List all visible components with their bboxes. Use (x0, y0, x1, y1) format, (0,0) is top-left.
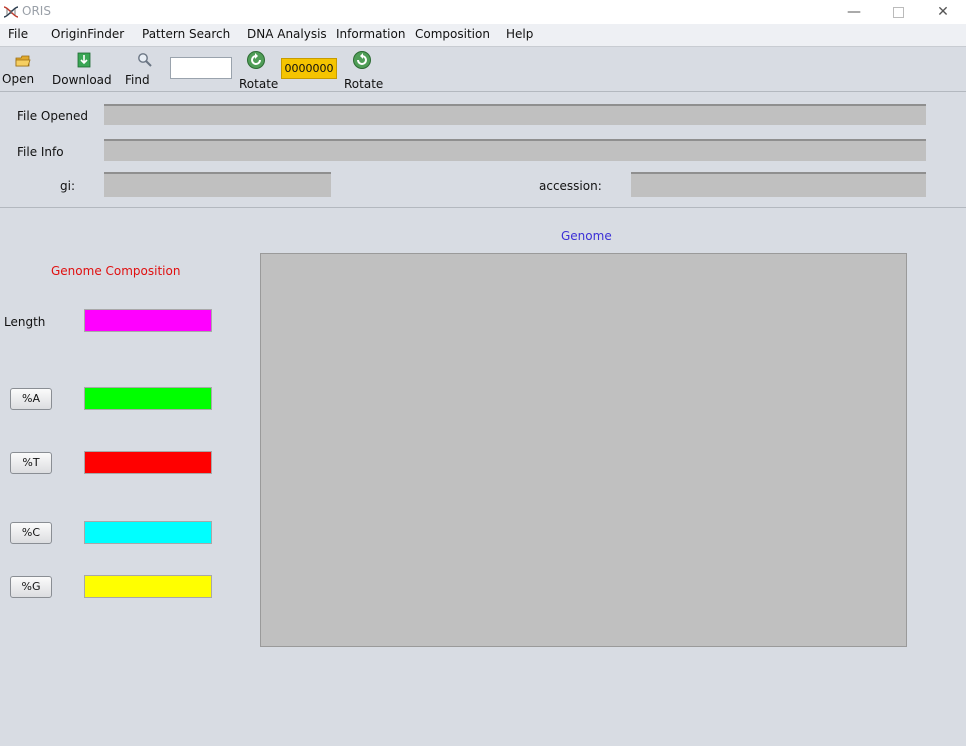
window-title: ORIS (22, 4, 51, 18)
minimize-button[interactable]: — (831, 0, 877, 24)
maximize-button[interactable] (875, 0, 921, 24)
rotate-left-button[interactable]: Rotate (239, 50, 279, 91)
download-icon (77, 52, 91, 68)
download-label: Download (52, 73, 112, 87)
open-label: Open (2, 72, 35, 86)
maximize-icon (892, 6, 904, 18)
position-counter: 0000000 (281, 58, 337, 79)
genome-view (260, 253, 907, 647)
menu-dna-analysis[interactable]: DNA Analysis (247, 27, 327, 41)
file-opened-field (104, 104, 926, 125)
accession-label: accession: (539, 179, 602, 193)
close-icon: ✕ (937, 4, 949, 20)
rotate-left-label: Rotate (239, 77, 279, 91)
file-info-field (104, 139, 926, 161)
gi-label: gi: (60, 179, 75, 193)
menu-pattern-search[interactable]: Pattern Search (142, 27, 230, 41)
menu-composition[interactable]: Composition (415, 27, 490, 41)
length-label: Length (4, 315, 46, 329)
app-icon (3, 6, 19, 18)
file-opened-label: File Opened (17, 109, 88, 123)
find-label: Find (125, 73, 150, 87)
genome-title: Genome (561, 229, 612, 243)
menu-originfinder[interactable]: OriginFinder (51, 27, 124, 41)
open-button[interactable]: Open (2, 50, 36, 88)
find-input[interactable] (170, 57, 232, 79)
percent-t-button[interactable]: %T (10, 452, 52, 474)
percent-a-bar (84, 387, 212, 410)
accession-field (631, 172, 926, 197)
rotate-left-icon (247, 51, 265, 69)
menu-information[interactable]: Information (336, 27, 405, 41)
folder-open-icon (15, 55, 31, 67)
menu-file[interactable]: File (8, 27, 28, 41)
minimize-icon: — (847, 4, 861, 20)
length-bar (84, 309, 212, 332)
percent-g-bar (84, 575, 212, 598)
file-info-label: File Info (17, 145, 64, 159)
find-button[interactable]: Find (125, 50, 153, 88)
percent-a-button[interactable]: %A (10, 388, 52, 410)
download-button[interactable]: Download (52, 50, 112, 88)
rotate-right-button[interactable]: Rotate (344, 50, 384, 91)
percent-c-button[interactable]: %C (10, 522, 52, 544)
percent-c-bar (84, 521, 212, 544)
genome-composition-title: Genome Composition (51, 264, 181, 278)
percent-t-bar (84, 451, 212, 474)
toolbar-divider (0, 91, 966, 92)
title-bar (0, 0, 966, 24)
percent-g-button[interactable]: %G (10, 576, 52, 598)
search-icon (138, 53, 152, 67)
gi-field (104, 172, 331, 197)
menu-help[interactable]: Help (506, 27, 533, 41)
rotate-right-icon (353, 51, 371, 69)
rotate-right-label: Rotate (344, 77, 384, 91)
info-divider (0, 207, 966, 208)
close-button[interactable]: ✕ (920, 0, 966, 24)
